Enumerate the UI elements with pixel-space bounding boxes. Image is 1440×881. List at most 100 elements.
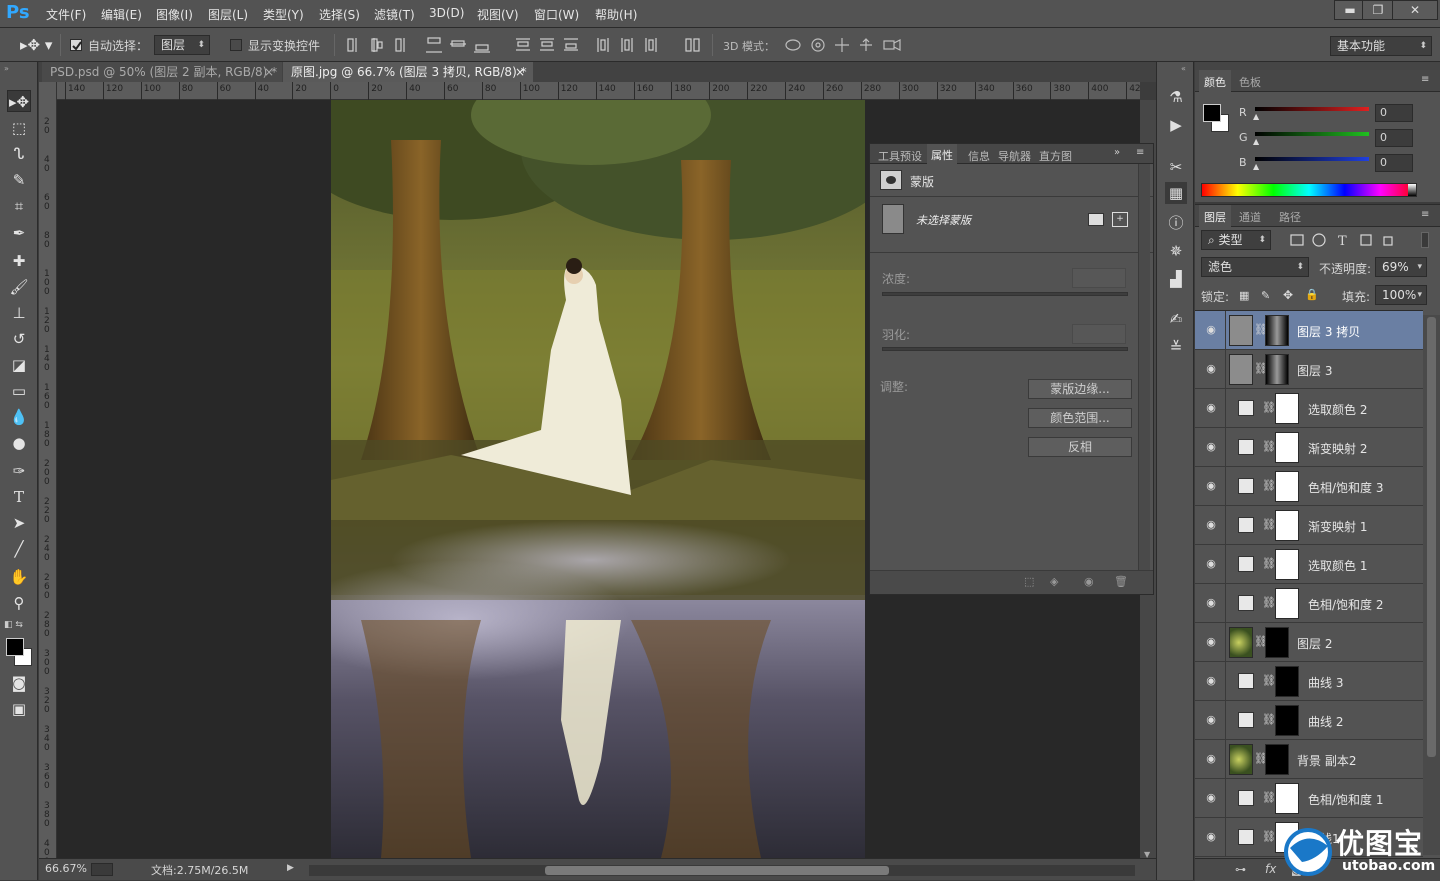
selective-color-adjustment-icon[interactable] <box>1238 400 1254 416</box>
mask-link-icon[interactable]: ⛓ <box>1254 322 1268 338</box>
menu-layer[interactable]: 图层(L) <box>208 6 248 23</box>
mask-link-icon[interactable]: ⛓ <box>1262 478 1276 494</box>
mask-link-icon[interactable]: ⛓ <box>1262 712 1276 728</box>
layer-mask-thumbnail[interactable] <box>1275 549 1299 580</box>
tab-close-icon[interactable]: × <box>264 62 274 82</box>
layer-row[interactable]: ◉ ⛓ 图层 2 <box>1195 623 1423 662</box>
tab-swatches[interactable]: 色板 <box>1239 74 1261 90</box>
type-tool-icon[interactable]: T <box>7 486 31 508</box>
move-tool-icon[interactable]: ▸✥ <box>7 90 31 112</box>
invert-button[interactable]: 反相 <box>1028 437 1132 457</box>
color-spectrum-ramp[interactable] <box>1201 183 1417 197</box>
visibility-eye-icon[interactable]: ◉ <box>1203 518 1219 532</box>
default-colors-icon[interactable]: ◧ ⇆ <box>4 620 23 630</box>
line-tool-icon[interactable]: ╱ <box>7 538 31 560</box>
menu-type[interactable]: 类型(Y) <box>263 6 304 23</box>
move-tool-preset-icon[interactable]: ▸✥ ▾ <box>20 36 52 54</box>
hand-tool-icon[interactable]: ✋ <box>7 566 31 588</box>
channel-g-slider[interactable] <box>1255 132 1369 136</box>
link-layers-icon[interactable]: ⊶ <box>1235 863 1246 876</box>
blend-mode-dropdown[interactable]: 滤色 ⬍ <box>1201 257 1309 277</box>
menu-window[interactable]: 窗口(W) <box>534 6 579 23</box>
toggle-mask-icon[interactable]: ◉ <box>1084 575 1094 588</box>
filter-toggle[interactable] <box>1421 232 1429 248</box>
layer-filter-dropdown[interactable]: ⌕ 类型 ⬍ <box>1201 230 1271 250</box>
layer-mask-thumbnail[interactable] <box>1275 666 1299 697</box>
layer-row[interactable]: ◉ ⛓ 图层 3 <box>1195 350 1423 389</box>
layer-row[interactable]: ◉ ⛓ 色相/饱和度 1 <box>1195 779 1423 818</box>
mask-link-icon[interactable]: ⛓ <box>1262 517 1276 533</box>
visibility-eye-icon[interactable]: ◉ <box>1203 713 1219 727</box>
tab-original[interactable]: 原图.jpg @ 66.7% (图层 3 拷贝, RGB/8) * × <box>283 62 533 82</box>
opacity-input[interactable]: 69% ▾ <box>1375 257 1427 277</box>
slider-thumb-icon[interactable]: ▲ <box>1253 162 1259 171</box>
status-preview-icon[interactable] <box>91 863 113 876</box>
canvas-horizontal-scrollbar[interactable] <box>309 865 1135 876</box>
layer-mask-thumbnail[interactable] <box>1275 588 1299 619</box>
visibility-eye-icon[interactable]: ◉ <box>1203 557 1219 571</box>
history-brush-tool-icon[interactable]: ↺ <box>7 328 31 350</box>
mask-link-icon[interactable]: ⛓ <box>1254 634 1268 650</box>
feather-slider[interactable] <box>882 347 1128 351</box>
expand-panels-icon[interactable]: « <box>1181 64 1186 73</box>
visibility-eye-icon[interactable]: ◉ <box>1203 635 1219 649</box>
zoom-level[interactable]: 66.67% <box>45 862 87 875</box>
delete-mask-icon[interactable]: 🗑 <box>1114 575 1128 588</box>
add-pixel-mask-icon[interactable] <box>1088 213 1104 226</box>
menu-image[interactable]: 图像(I) <box>156 6 193 23</box>
menu-help[interactable]: 帮助(H) <box>595 6 637 23</box>
menu-view[interactable]: 视图(V) <box>477 6 519 23</box>
layer-row[interactable]: ◉ ⛓ 色相/饱和度 2 <box>1195 584 1423 623</box>
layer-thumbnail[interactable] <box>1229 627 1253 658</box>
layer-thumbnail[interactable] <box>1229 744 1253 775</box>
mask-link-icon[interactable]: ⛓ <box>1262 439 1276 455</box>
layer-mask-thumbnail[interactable] <box>1275 705 1299 736</box>
eyedropper-tool-icon[interactable]: ✒ <box>7 222 31 244</box>
healing-brush-tool-icon[interactable]: ✚ <box>7 250 31 272</box>
channel-g-input[interactable]: 0 <box>1375 129 1413 147</box>
mask-link-icon[interactable]: ⛓ <box>1262 556 1276 572</box>
menu-edit[interactable]: 编辑(E) <box>101 6 142 23</box>
load-selection-icon[interactable]: ⬚ <box>1024 575 1034 588</box>
mask-link-icon[interactable]: ⛓ <box>1262 790 1276 806</box>
layers-scrollbar[interactable] <box>1423 315 1440 855</box>
tab-tool-presets[interactable]: 工具预设 <box>878 148 922 164</box>
layer-style-icon[interactable]: fx <box>1265 862 1276 876</box>
pen-tool-icon[interactable]: ✑ <box>7 460 31 482</box>
auto-select-target-dropdown[interactable]: 图层 ⬍ <box>154 35 210 55</box>
show-transform-checkbox[interactable] <box>230 39 242 51</box>
tool-presets-panel-icon[interactable]: ✂ <box>1165 156 1187 178</box>
layer-row[interactable]: ◉ ⛓ 选取颜色 1 <box>1195 545 1423 584</box>
layer-mask-thumbnail[interactable] <box>1265 627 1289 658</box>
histogram-panel-icon[interactable]: ▟ <box>1165 268 1187 290</box>
layer-mask-thumbnail[interactable] <box>1275 393 1299 424</box>
mask-link-icon[interactable]: ⛓ <box>1254 751 1268 767</box>
visibility-eye-icon[interactable]: ◉ <box>1203 362 1219 376</box>
channel-r-slider[interactable] <box>1255 107 1369 111</box>
layer-row[interactable]: ◉ ⛓ 渐变映射 2 <box>1195 428 1423 467</box>
fill-input[interactable]: 100% ▾ <box>1375 285 1427 305</box>
mask-edge-button[interactable]: 蒙版边缘... <box>1028 379 1132 399</box>
blur-tool-icon[interactable]: 💧 <box>7 406 31 428</box>
channel-r-input[interactable]: 0 <box>1375 104 1413 122</box>
layer-mask-thumbnail[interactable] <box>1275 471 1299 502</box>
actions-panel-icon[interactable]: ▶ <box>1165 114 1187 136</box>
curves-adjustment-icon[interactable] <box>1238 712 1254 728</box>
layer-row[interactable]: ◉ ⛓ 色相/饱和度 3 <box>1195 467 1423 506</box>
layer-row[interactable]: ◉ ⛓ 选取颜色 2 <box>1195 389 1423 428</box>
layer-mask-thumbnail[interactable] <box>1275 783 1299 814</box>
slider-thumb-icon[interactable]: ▲ <box>1253 137 1259 146</box>
navigator-panel-icon[interactable]: ✵ <box>1165 240 1187 262</box>
layer-mask-thumbnail[interactable] <box>1265 354 1289 385</box>
layer-thumbnail[interactable] <box>1229 354 1253 385</box>
foreground-color-swatch[interactable] <box>6 638 24 656</box>
tab-psd[interactable]: PSD.psd @ 50% (图层 2 副本, RGB/8) * × <box>42 62 282 82</box>
add-vector-mask-icon[interactable]: + <box>1112 212 1128 227</box>
quick-mask-icon[interactable]: ◙ <box>7 672 31 694</box>
hue-sat-adjustment-icon[interactable] <box>1238 595 1254 611</box>
info-panel-icon[interactable]: ⓘ <box>1165 212 1187 234</box>
lock-transparent-icon[interactable]: ▦ <box>1239 289 1249 302</box>
color-foreground-swatch[interactable] <box>1203 104 1221 122</box>
layer-row[interactable]: ◉ ⛓ 渐变映射 1 <box>1195 506 1423 545</box>
tab-info[interactable]: 信息 <box>968 148 990 164</box>
